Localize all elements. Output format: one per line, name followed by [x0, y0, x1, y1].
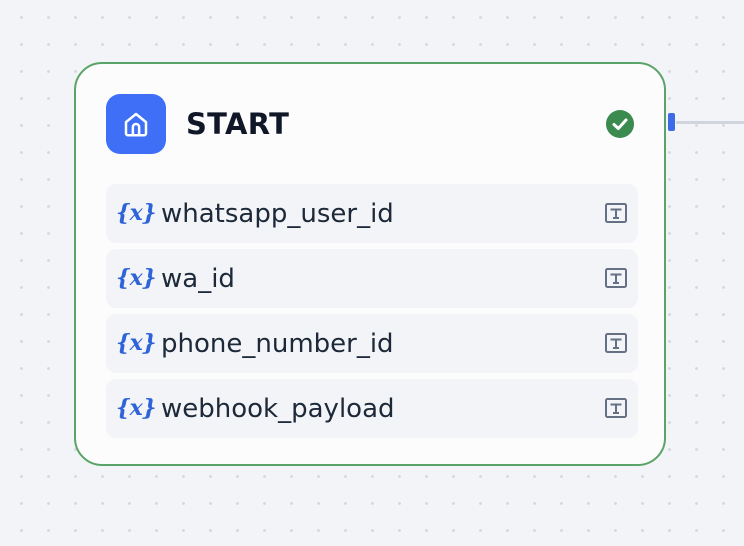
node-title: START: [186, 107, 290, 141]
variable-row[interactable]: {x} whatsapp_user_id: [106, 184, 638, 243]
variable-row[interactable]: {x} webhook_payload: [106, 379, 638, 438]
variable-icon: {x}: [116, 200, 156, 226]
variable-name: phone_number_id: [161, 329, 394, 359]
text-type-icon: [604, 201, 628, 225]
variable-icon: {x}: [116, 330, 156, 356]
connection-edge: [676, 121, 744, 124]
variable-name: webhook_payload: [161, 394, 395, 424]
output-handle[interactable]: [668, 113, 675, 131]
variable-icon: {x}: [116, 395, 156, 421]
text-type-icon: [604, 331, 628, 355]
variable-name: whatsapp_user_id: [161, 199, 394, 229]
variable-icon: {x}: [116, 265, 156, 291]
variable-name: wa_id: [161, 264, 235, 294]
variable-row[interactable]: {x} wa_id: [106, 249, 638, 308]
check-circle-icon: [606, 110, 634, 138]
home-icon: [106, 94, 166, 154]
variable-row[interactable]: {x} phone_number_id: [106, 314, 638, 373]
start-node[interactable]: START {x} whatsapp_user_id {x} wa_id {x}…: [74, 62, 666, 466]
variable-list: {x} whatsapp_user_id {x} wa_id {x} phone…: [106, 184, 638, 444]
node-header: START: [106, 94, 634, 154]
text-type-icon: [604, 396, 628, 420]
text-type-icon: [604, 266, 628, 290]
